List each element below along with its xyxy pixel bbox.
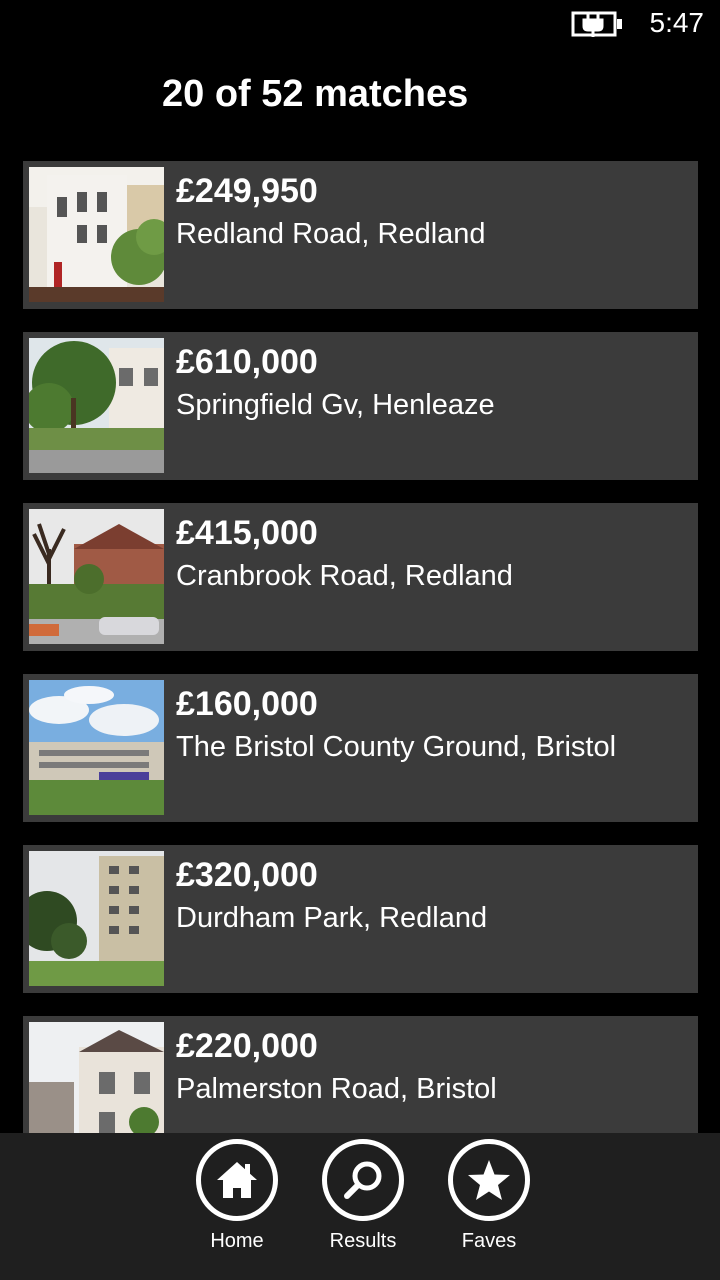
- listing-address: Durdham Park, Redland: [176, 902, 488, 934]
- property-photo: [29, 851, 164, 986]
- listing-price: £610,000: [176, 343, 318, 381]
- property-photo: [29, 338, 164, 473]
- listing-address: Palmerston Road, Bristol: [176, 1073, 497, 1105]
- results-list[interactable]: £249,950 Redland Road, Redland £610,000 …: [23, 161, 698, 1133]
- page-title: 20 of 52 matches: [162, 73, 469, 115]
- listing-address: Redland Road, Redland: [176, 218, 486, 250]
- battery-charging-icon: [571, 11, 622, 37]
- listing-card[interactable]: £220,000 Palmerston Road, Bristol: [23, 1016, 698, 1133]
- listing-price: £160,000: [176, 685, 318, 723]
- results-label: Results: [329, 1230, 397, 1252]
- faves-label: Faves: [461, 1230, 517, 1252]
- listing-card[interactable]: £415,000 Cranbrook Road, Redland: [23, 503, 698, 651]
- listing-address: Cranbrook Road, Redland: [176, 560, 513, 592]
- listing-price: £320,000: [176, 856, 318, 894]
- property-photo: [29, 509, 164, 644]
- status-time: 5:47: [649, 7, 705, 38]
- home-button[interactable]: Home: [182, 1139, 292, 1264]
- faves-button[interactable]: Faves: [434, 1139, 544, 1264]
- property-photo: [29, 1022, 164, 1133]
- status-bar: 5:47: [0, 0, 720, 48]
- star-icon: [448, 1139, 530, 1221]
- property-photo: [29, 167, 164, 302]
- listing-card[interactable]: £160,000 The Bristol County Ground, Bris…: [23, 674, 698, 822]
- listing-address: The Bristol County Ground, Bristol: [176, 731, 617, 763]
- listing-card[interactable]: £610,000 Springfield Gv, Henleaze: [23, 332, 698, 480]
- results-button[interactable]: Results: [308, 1139, 418, 1264]
- listing-card[interactable]: £249,950 Redland Road, Redland: [23, 161, 698, 309]
- listing-price: £415,000: [176, 514, 318, 552]
- search-icon: [322, 1139, 404, 1221]
- listing-address: Springfield Gv, Henleaze: [176, 389, 495, 421]
- home-label: Home: [210, 1230, 264, 1252]
- listing-price: £220,000: [176, 1027, 318, 1065]
- home-icon: [196, 1139, 278, 1221]
- listing-card[interactable]: £320,000 Durdham Park, Redland: [23, 845, 698, 993]
- property-photo: [29, 680, 164, 815]
- app-bar: Home Results Faves: [0, 1133, 720, 1280]
- listing-price: £249,950: [176, 172, 318, 210]
